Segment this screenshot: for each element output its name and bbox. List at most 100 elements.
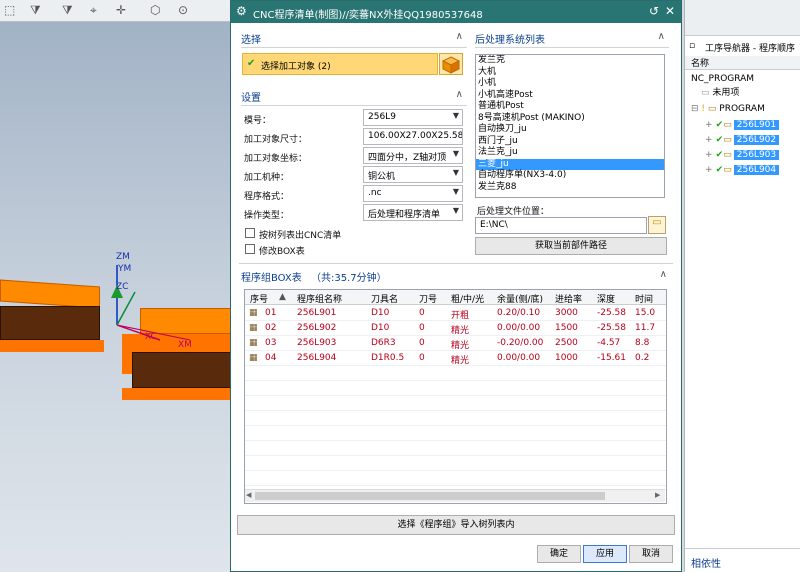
tree-node-operation[interactable]: + ✔▭ 256L903	[685, 148, 800, 162]
edit-box-checkbox[interactable]	[245, 244, 255, 254]
col-header[interactable]: 刀号	[419, 292, 437, 305]
cancel-button[interactable]: 取消	[629, 545, 673, 563]
optype-combo[interactable]: 后处理和程序清单 ▼	[363, 204, 463, 221]
collapse-minus-icon[interactable]: ⊟	[691, 104, 699, 114]
dependency-panel-header[interactable]: 相依性	[685, 548, 800, 572]
point-icon[interactable]: ⊙	[178, 3, 188, 17]
post-processor-list[interactable]: 发兰克 大机 小机 小机高速Post 普通机Post 8号高速机Post (MAKINO)…	[475, 54, 665, 198]
expand-plus-icon[interactable]: +	[705, 150, 713, 160]
filter-icon[interactable]: ⧩	[30, 3, 41, 18]
select-object-button[interactable]	[439, 53, 463, 75]
post-list-item[interactable]: 小机	[476, 78, 664, 90]
apply-button[interactable]: 应用	[583, 545, 627, 563]
collapse-icon[interactable]: ∧	[456, 31, 463, 42]
col-header[interactable]: 余量(侧/底)	[497, 292, 543, 305]
col-header[interactable]: 程序组名称	[297, 292, 342, 305]
collapse-icon[interactable]: ∧	[660, 269, 667, 280]
expand-plus-icon[interactable]: +	[705, 135, 713, 145]
table-row[interactable]: ▦ 02 256L902 D10 0 精光 0.00/0.00 1500 -25.58 11.7	[245, 321, 666, 336]
box-total-time: （共:35.7分钟）	[310, 273, 387, 284]
edit-box-label: 修改BOX表	[259, 247, 305, 257]
post-list-item[interactable]: 自动换刀_ju	[476, 124, 664, 136]
crosshair-icon[interactable]: ✛	[116, 3, 126, 17]
table-row[interactable]: ▦ 03 256L903 D6R3 0 精光 -0.20/0.00 2500 -4.57 8.8	[245, 336, 666, 351]
scrollbar-thumb[interactable]	[255, 492, 605, 500]
collapse-icon[interactable]: ∧	[658, 31, 665, 42]
size-field[interactable]: 106.00X27.00X25.58	[363, 128, 463, 145]
post-list-item[interactable]: 西门子_ju	[476, 136, 664, 148]
browse-folder-button[interactable]: ▭	[648, 216, 666, 234]
post-list-item[interactable]: 大机	[476, 67, 664, 79]
post-list-item[interactable]: 发兰克88	[476, 182, 664, 194]
import-tree-button[interactable]: 选择《程序组》导入树列表内	[237, 515, 675, 535]
table-cell: 0	[419, 323, 425, 333]
format-label: 程序格式：	[244, 192, 290, 202]
section-settings-title: 设置	[241, 93, 261, 104]
col-header[interactable]: 刀具名	[371, 292, 398, 305]
graphics-viewport[interactable]: ⬚ ⧩ ⧩ ⌖ ✛ ⬡ ⊙ ZM YM ZC XC XM	[0, 0, 232, 572]
get-path-button[interactable]: 获取当前部件路径	[475, 237, 667, 255]
post-list-item[interactable]: 发兰克	[476, 55, 664, 67]
tree-node-operation[interactable]: + ✔▭ 256L902	[685, 133, 800, 147]
gear-icon[interactable]: ⚙	[236, 4, 247, 18]
table-cell: 0.00/0.00	[497, 353, 541, 363]
machine-combo[interactable]: 铜公机 ▼	[363, 166, 463, 183]
post-list-item[interactable]: 自动程序单(NX3-4.0)	[476, 170, 664, 182]
post-list-item[interactable]: 8号高速机Post (MAKINO)	[476, 113, 664, 125]
post-list-item[interactable]: 普通机Post	[476, 101, 664, 113]
check-icon: ✔	[712, 165, 724, 175]
section-box-header[interactable]: 程序组BOX表 （共:35.7分钟） ∧	[241, 269, 671, 287]
tree-node-program[interactable]: ⊟ ! ▭ PROGRAM	[685, 102, 800, 116]
folder-icon: ▭	[701, 88, 710, 98]
divider	[241, 47, 467, 48]
empty-table-row	[245, 426, 666, 441]
col-header[interactable]: 时间	[635, 292, 653, 305]
snap-icon[interactable]: ⌖	[90, 3, 97, 18]
navigator-pin-icon[interactable]: ▫	[689, 41, 695, 51]
check-icon: ✔	[247, 58, 256, 69]
table-row[interactable]: ▦ 01 256L901 D10 0 开粗 0.20/0.10 3000 -25.58 15.0	[245, 306, 666, 321]
navigator-column-header[interactable]: 名称	[685, 56, 800, 70]
expand-plus-icon[interactable]: +	[705, 165, 713, 175]
collapse-icon[interactable]: ∧	[456, 89, 463, 100]
coord-combo[interactable]: 四面分中，Z轴对顶 ▼	[363, 147, 463, 164]
program-group-table[interactable]: 序号 ▲ 程序组名称 刀具名 刀号 粗/中/光 余量(侧/底) 进给率 深度 时…	[244, 289, 667, 504]
scroll-right-icon[interactable]: ▶	[655, 491, 660, 499]
hexagon-icon[interactable]: ⬡	[150, 3, 160, 17]
coord-value: 四面分中，Z轴对顶	[368, 153, 447, 163]
table-cell: 开粗	[451, 311, 470, 321]
table-cell: 精光	[451, 326, 470, 336]
post-list-item[interactable]: 三菱_ju	[476, 158, 664, 170]
tree-node-nc-program[interactable]: NC_PROGRAM	[685, 72, 800, 86]
dialog-titlebar[interactable]: ⚙ CNC程序清单(制图)//奕蕃NX外挂QQ1980537648 ↺ ✕	[231, 1, 681, 23]
table-cell: 11.7	[635, 323, 656, 333]
section-box-title: 程序组BOX表	[241, 273, 302, 284]
col-header[interactable]: 进给率	[555, 292, 582, 305]
format-combo[interactable]: .nc ▼	[363, 185, 463, 202]
table-horizontal-scrollbar[interactable]: ◀ ▶	[245, 489, 665, 502]
post-list-item[interactable]: 小机高速Post	[476, 90, 664, 102]
scroll-left-icon[interactable]: ◀	[246, 491, 251, 499]
tree-node-unused[interactable]: ▭ 未用项	[685, 86, 800, 100]
post-list-item[interactable]: 法兰克_ju	[476, 147, 664, 159]
reset-icon[interactable]: ↺	[649, 4, 659, 18]
col-header[interactable]: 深度	[597, 292, 615, 305]
program-group-icon: ▦	[249, 308, 258, 318]
optype-value: 后处理和程序清单	[368, 210, 441, 220]
tree-node-operation[interactable]: + ✔▭ 256L901	[685, 118, 800, 132]
tree-list-checkbox[interactable]	[245, 228, 255, 238]
post-file-input[interactable]: E:\NC\	[475, 217, 647, 234]
mold-no-combo[interactable]: 256L9 ▼	[363, 109, 463, 126]
dependency-label: 相依性	[691, 559, 721, 570]
select-target-row[interactable]: ✔ 选择加工对象 (2)	[242, 53, 438, 75]
col-header[interactable]: 粗/中/光	[451, 292, 484, 305]
tree-node-operation[interactable]: + ✔▭ 256L904	[685, 163, 800, 177]
table-row[interactable]: ▦ 04 256L904 D1R0.5 0 精光 0.00/0.00 1000 -15.61 0.…	[245, 351, 666, 366]
program-group-icon: ▭	[723, 135, 732, 145]
expand-plus-icon[interactable]: +	[705, 120, 713, 130]
filter-icon-2[interactable]: ⧩	[62, 3, 73, 18]
ok-button[interactable]: 确定	[537, 545, 581, 563]
close-icon[interactable]: ✕	[665, 4, 675, 18]
col-header[interactable]: 序号	[250, 292, 268, 305]
select-icon[interactable]: ⬚	[4, 3, 15, 17]
